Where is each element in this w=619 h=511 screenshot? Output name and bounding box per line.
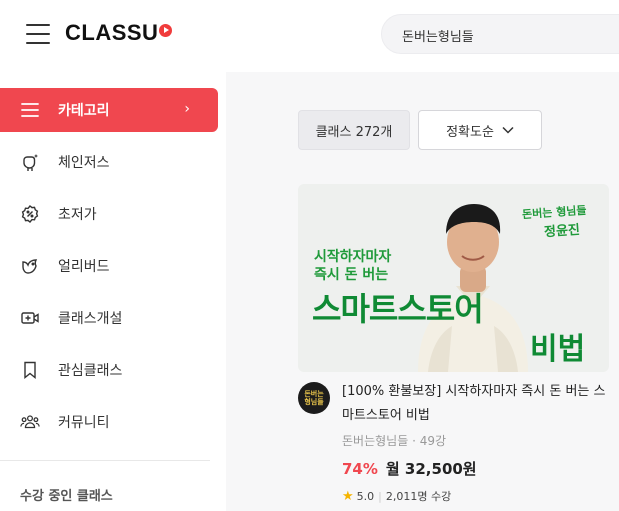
top-header: CLASSU	[0, 0, 619, 72]
hamburger-menu-icon[interactable]	[26, 24, 50, 44]
chevron-right-icon: ›	[184, 101, 190, 117]
meta-separator: ·	[412, 434, 420, 448]
sidebar-item-open-class[interactable]: 클래스개설	[0, 296, 218, 340]
rating-row: ★ 5.0 | 2,011명 수강	[342, 488, 451, 504]
sidebar-item-label: 초저가	[58, 207, 97, 223]
sidebar-item-label: 관심클래스	[58, 363, 123, 379]
class-thumbnail[interactable]: 돈버는 형님들 정윤진 시작하자마자 즉시 돈 버는 스마트스토어 비법	[298, 184, 609, 372]
student-count: 2,011명 수강	[385, 490, 452, 503]
thumbnail-headline-1: 시작하자마자	[314, 249, 392, 265]
price-row: 74% 월 32,500원	[342, 458, 477, 479]
sparkle-person-icon	[20, 152, 40, 172]
sort-dropdown[interactable]: 정확도순	[418, 110, 542, 150]
lesson-count: 49강	[419, 434, 447, 448]
video-plus-icon	[20, 308, 40, 328]
play-icon	[159, 23, 173, 37]
logo-text: CLASSU	[65, 20, 159, 45]
instructor-photo	[418, 204, 528, 372]
sidebar-item-category[interactable]: 카테고리 ›	[0, 88, 218, 132]
enrolled-classes-title: 수강 중인 클래스	[20, 489, 113, 504]
sidebar-item-label: 커뮤니티	[58, 415, 110, 431]
class-count-chip: 클래스 272개	[298, 110, 410, 150]
creator-avatar[interactable]: 돈버는 형님들	[298, 382, 330, 414]
bird-icon	[20, 256, 40, 276]
class-title[interactable]: [100% 환불보장] 시작하자마자 즉시 돈 버는 스마트스토어 비법	[342, 380, 612, 428]
avatar-text-2: 형님들	[304, 398, 324, 406]
thumbnail-signature-name: 정윤진	[543, 222, 581, 241]
sidebar-item-lowprice[interactable]: 초저가	[0, 192, 218, 236]
search-input[interactable]	[402, 24, 619, 46]
bookmark-icon	[20, 360, 40, 380]
discount-rate: 74%	[342, 460, 378, 478]
search-bar[interactable]	[381, 14, 619, 54]
sidebar-item-earlybird[interactable]: 얼리버드	[0, 244, 218, 288]
sidebar-item-label: 얼리버드	[58, 259, 110, 275]
sidebar-item-label: 카테고리	[58, 103, 110, 119]
sort-label: 정확도순	[446, 124, 494, 140]
classu-logo[interactable]: CLASSU	[65, 20, 173, 46]
sidebar-item-favorites[interactable]: 관심클래스	[0, 348, 218, 392]
rating-value: 5.0	[356, 489, 375, 503]
star-icon: ★	[342, 488, 354, 504]
sidebar-item-changers[interactable]: 체인저스	[0, 140, 218, 184]
class-meta: 돈버는형님들 · 49강	[342, 432, 446, 449]
thumbnail-headline-2: 즉시 돈 버는	[314, 267, 389, 283]
sidebar: 카테고리 › 체인저스 초저가 얼리버드 클래스개설 관심클래스 커뮤니티 수강…	[0, 72, 226, 511]
discount-badge-icon	[20, 204, 40, 224]
thumbnail-main-text: 스마트스토어	[312, 290, 484, 328]
thumbnail-sub-text: 비법	[530, 332, 586, 367]
main-content: 클래스 272개 정확도순 돈버는 형님들 정윤진 시작하자마자 즉시 돈 버는…	[226, 72, 619, 511]
sidebar-item-label: 클래스개설	[58, 311, 123, 327]
sidebar-item-community[interactable]: 커뮤니티	[0, 400, 218, 444]
chevron-down-icon	[502, 126, 514, 134]
avatar-text-1: 돈버는	[304, 390, 324, 398]
sidebar-divider	[0, 460, 210, 461]
community-icon	[20, 412, 40, 432]
monthly-price: 월 32,500원	[385, 460, 477, 478]
creator-name[interactable]: 돈버는형님들	[342, 434, 408, 448]
sidebar-item-label: 체인저스	[58, 155, 110, 171]
rating-separator: |	[378, 489, 382, 503]
menu-icon	[20, 100, 40, 120]
